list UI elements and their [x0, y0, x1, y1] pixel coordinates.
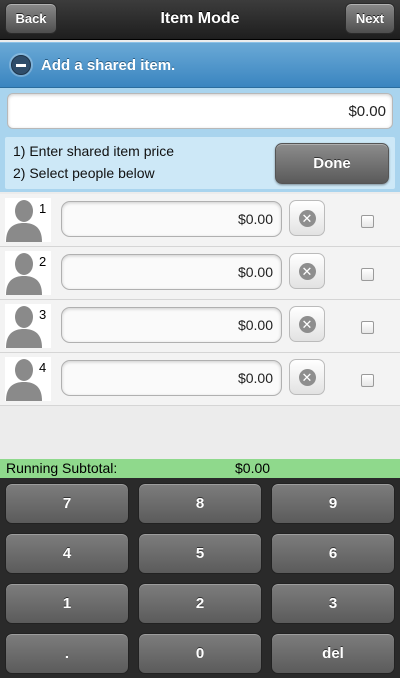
person-amount-input[interactable]: [61, 201, 282, 237]
people-list: 1 ✕ 2 ✕ 3 ✕ 4 ✕: [0, 194, 400, 406]
header-bar: Back Item Mode Next: [0, 0, 400, 40]
back-button[interactable]: Back: [5, 3, 57, 34]
person-row: 1 ✕: [0, 194, 400, 247]
instructions-box: 1) Enter shared item price 2) Select peo…: [5, 137, 395, 189]
key-7[interactable]: 7: [5, 483, 129, 524]
running-subtotal-bar: Running Subtotal: $0.00: [0, 459, 400, 478]
instruction-line-2: 2) Select people below: [13, 165, 155, 181]
key-6[interactable]: 6: [271, 533, 395, 574]
close-icon: ✕: [298, 368, 316, 386]
key-decimal[interactable]: .: [5, 633, 129, 674]
key-2[interactable]: 2: [138, 583, 262, 624]
key-5[interactable]: 5: [138, 533, 262, 574]
next-button[interactable]: Next: [345, 3, 395, 34]
minus-icon: [11, 55, 31, 75]
person-amount-input[interactable]: [61, 307, 282, 343]
close-icon: ✕: [298, 262, 316, 280]
person-number: 4: [39, 360, 47, 375]
person-row: 2 ✕: [0, 247, 400, 300]
key-1[interactable]: 1: [5, 583, 129, 624]
done-button[interactable]: Done: [275, 143, 389, 184]
person-number: 3: [39, 307, 47, 322]
key-4[interactable]: 4: [5, 533, 129, 574]
shared-item-panel: 1) Enter shared item price 2) Select peo…: [0, 88, 400, 192]
close-icon: ✕: [298, 315, 316, 333]
person-amount-input[interactable]: [61, 360, 282, 396]
person-row: 4 ✕: [0, 353, 400, 406]
page-title: Item Mode: [160, 10, 240, 27]
subtotal-value: $0.00: [235, 460, 271, 476]
clear-button[interactable]: ✕: [289, 306, 325, 342]
clear-button[interactable]: ✕: [289, 200, 325, 236]
person-select-checkbox[interactable]: [361, 321, 374, 334]
clear-button[interactable]: ✕: [289, 359, 325, 395]
person-amount-input[interactable]: [61, 254, 282, 290]
shared-item-header-label: Add a shared item.: [41, 56, 176, 74]
numeric-keypad: 7 8 9 4 5 6 1 2 3 . 0 del: [0, 478, 400, 678]
person-row: 3 ✕: [0, 300, 400, 353]
clear-button[interactable]: ✕: [289, 253, 325, 289]
person-select-checkbox[interactable]: [361, 268, 374, 281]
shared-price-input[interactable]: [7, 93, 393, 129]
shared-item-collapsible-header[interactable]: Add a shared item.: [0, 42, 400, 88]
subtotal-label: Running Subtotal:: [6, 460, 118, 476]
key-0[interactable]: 0: [138, 633, 262, 674]
instruction-line-1: 1) Enter shared item price: [13, 143, 175, 159]
person-select-checkbox[interactable]: [361, 215, 374, 228]
key-8[interactable]: 8: [138, 483, 262, 524]
person-select-checkbox[interactable]: [361, 374, 374, 387]
close-icon: ✕: [298, 209, 316, 227]
key-9[interactable]: 9: [271, 483, 395, 524]
person-number: 1: [39, 201, 47, 216]
key-3[interactable]: 3: [271, 583, 395, 624]
person-number: 2: [39, 254, 47, 269]
key-delete[interactable]: del: [271, 633, 395, 674]
